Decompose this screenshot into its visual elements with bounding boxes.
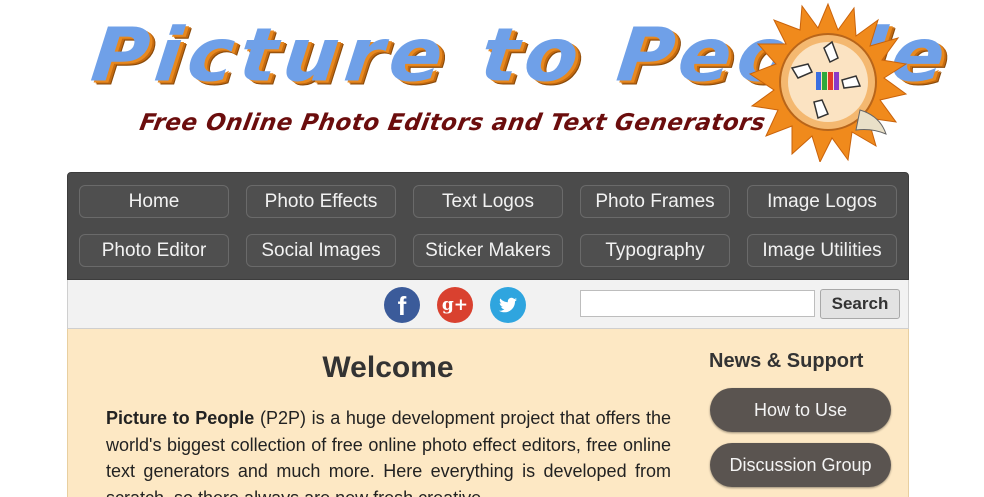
social-search-bar: f g+ Search	[67, 280, 909, 329]
intro-paragraph: Picture to People (P2P) is a huge develo…	[106, 405, 671, 497]
discussion-group-button[interactable]: Discussion Group	[710, 443, 891, 487]
how-to-use-button[interactable]: How to Use	[710, 388, 891, 432]
nav-photo-editor[interactable]: Photo Editor	[79, 234, 229, 267]
nav-social-images[interactable]: Social Images	[246, 234, 396, 267]
nav-image-logos[interactable]: Image Logos	[747, 185, 897, 218]
twitter-icon[interactable]	[490, 287, 526, 323]
site-tagline: Free Online Photo Editors and Text Gener…	[137, 110, 768, 136]
google-plus-icon[interactable]: g+	[437, 287, 473, 323]
nav-photo-effects[interactable]: Photo Effects	[246, 185, 396, 218]
site-header: Picture to People Free Online Photo Edit…	[0, 0, 984, 170]
nav-image-utilities[interactable]: Image Utilities	[747, 234, 897, 267]
intro-brand: Picture to People	[106, 408, 255, 428]
main-nav: Home Photo Effects Text Logos Photo Fram…	[67, 172, 909, 280]
nav-text-logos[interactable]: Text Logos	[413, 185, 563, 218]
sun-hands-logo-icon[interactable]	[748, 2, 908, 162]
welcome-heading: Welcome	[322, 351, 454, 384]
facebook-icon[interactable]: f	[384, 287, 420, 323]
main-content: Welcome Picture to People (P2P) is a hug…	[67, 329, 909, 497]
search-input[interactable]	[580, 290, 815, 317]
nav-home[interactable]: Home	[79, 185, 229, 218]
search-button[interactable]: Search	[820, 289, 900, 319]
nav-typography[interactable]: Typography	[580, 234, 730, 267]
nav-photo-frames[interactable]: Photo Frames	[580, 185, 730, 218]
nav-sticker-makers[interactable]: Sticker Makers	[413, 234, 563, 267]
news-support-heading: News & Support	[709, 350, 864, 372]
